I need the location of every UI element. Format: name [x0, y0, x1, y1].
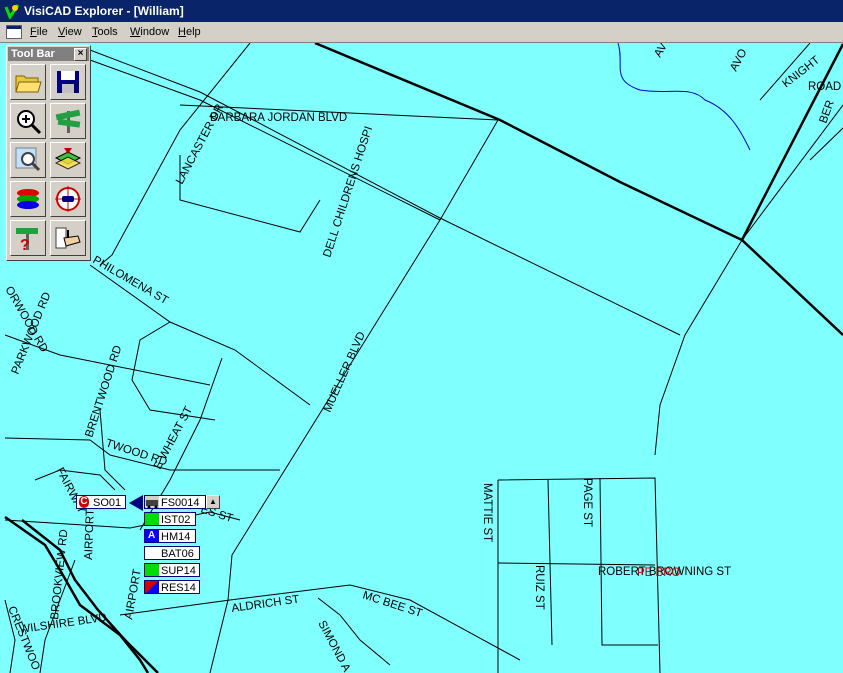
pointer-select-button[interactable]	[50, 220, 86, 256]
street-label: AIRPORT	[123, 568, 144, 620]
unit-status-swatch	[145, 513, 159, 525]
map-layers-select-button[interactable]	[50, 142, 86, 178]
layers-button[interactable]	[10, 181, 46, 217]
street-sign-icon	[55, 109, 81, 133]
street-label: BARBARA JORDAN BLVD	[210, 112, 347, 124]
menu-bar: File View Tools Window Help	[0, 22, 843, 43]
map-view[interactable]: BARBARA JORDAN BLVD LANCASTER DR DELL CH…	[0, 43, 843, 673]
street-label: RUIZ ST	[533, 565, 545, 610]
street-label: LANCASTER DR	[174, 102, 226, 186]
vehicle-locate-button[interactable]	[50, 181, 86, 217]
map-layers-select-icon	[54, 148, 82, 170]
menu-view[interactable]: View	[56, 22, 84, 42]
street-label: MC BEE ST	[361, 589, 424, 620]
street-label: BER	[818, 99, 837, 125]
street-label: AIRPORT	[83, 509, 97, 560]
unit-badge-c: C	[77, 496, 91, 508]
vehicle-target-icon	[55, 186, 81, 212]
layers-icon	[17, 189, 39, 209]
magnify-map-icon	[15, 147, 41, 172]
unit-so01[interactable]: C SO01	[76, 495, 126, 509]
svg-text:?: ?	[20, 237, 30, 252]
unit-res14[interactable]: RES14	[144, 580, 200, 594]
unit-list-scroll-up-button[interactable]: ▲	[206, 495, 220, 509]
tool-bar-title[interactable]: Tool Bar ×	[8, 47, 89, 61]
visicad-app-icon	[4, 3, 20, 19]
menu-tools[interactable]: Tools	[90, 22, 120, 42]
title-bar[interactable]: VisiCAD Explorer - [William]	[0, 0, 843, 22]
street-label: WILSHIRE BLVD	[19, 612, 108, 636]
menu-window[interactable]: Window	[128, 22, 171, 42]
zoom-in-icon	[17, 110, 42, 135]
zoom-in-button[interactable]	[10, 103, 46, 139]
unit-ist02[interactable]: IST02	[144, 512, 196, 526]
street-label: ALDRICH ST	[231, 594, 300, 615]
street-label: DELL CHILDRENS HOSPI	[321, 125, 375, 259]
menu-file[interactable]: File	[28, 22, 50, 42]
open-folder-icon	[15, 75, 42, 93]
unit-status-swatch	[145, 547, 159, 559]
window-title: VisiCAD Explorer - [William]	[24, 4, 184, 18]
unit-status-swatch	[145, 581, 159, 593]
unit-hm14[interactable]: A HM14	[144, 529, 196, 543]
close-icon[interactable]: ×	[74, 48, 87, 61]
river-line	[617, 43, 751, 151]
street-label: PHILOMENA ST	[91, 254, 171, 307]
street-label-highlight: PE BRO	[637, 567, 681, 579]
street-label: BRENTWOOD RD	[83, 344, 124, 439]
street-lookup-button[interactable]	[50, 103, 86, 139]
street-label: CRESTWOO	[5, 605, 42, 672]
unit-direction-arrow-icon	[129, 495, 143, 511]
tool-bar-window[interactable]: Tool Bar × ?	[6, 45, 91, 261]
magnify-map-button[interactable]	[10, 142, 46, 178]
street-label: AV	[652, 43, 670, 60]
fire-truck-icon	[145, 496, 159, 509]
open-folder-button[interactable]	[10, 64, 46, 100]
street-label: SIMOND A	[315, 619, 352, 673]
menu-help[interactable]: Help	[176, 22, 203, 42]
hand-pointer-icon	[55, 227, 81, 249]
street-label: MATTIE ST	[481, 483, 493, 542]
street-map[interactable]: BARBARA JORDAN BLVD LANCASTER DR DELL CH…	[0, 43, 843, 673]
unit-fs0014[interactable]: FS0014	[144, 495, 206, 509]
save-disk-icon	[57, 71, 79, 93]
help-sign-icon: ?	[16, 228, 38, 252]
street-label: MUELLER BLVD	[322, 330, 368, 414]
unit-status-swatch	[145, 564, 159, 576]
unit-sup14[interactable]: SUP14	[144, 563, 200, 577]
unit-bat06[interactable]: BAT06	[144, 546, 200, 560]
street-label: AVO	[728, 47, 750, 73]
document-window-icon[interactable]	[6, 25, 22, 39]
street-label: PAGE ST	[581, 478, 593, 527]
save-button[interactable]	[50, 64, 86, 100]
unit-status-swatch: A	[145, 530, 159, 542]
help-button[interactable]: ?	[10, 220, 46, 256]
street-label: E WHEAT ST	[152, 405, 195, 472]
street-label: ROAD	[808, 81, 841, 93]
